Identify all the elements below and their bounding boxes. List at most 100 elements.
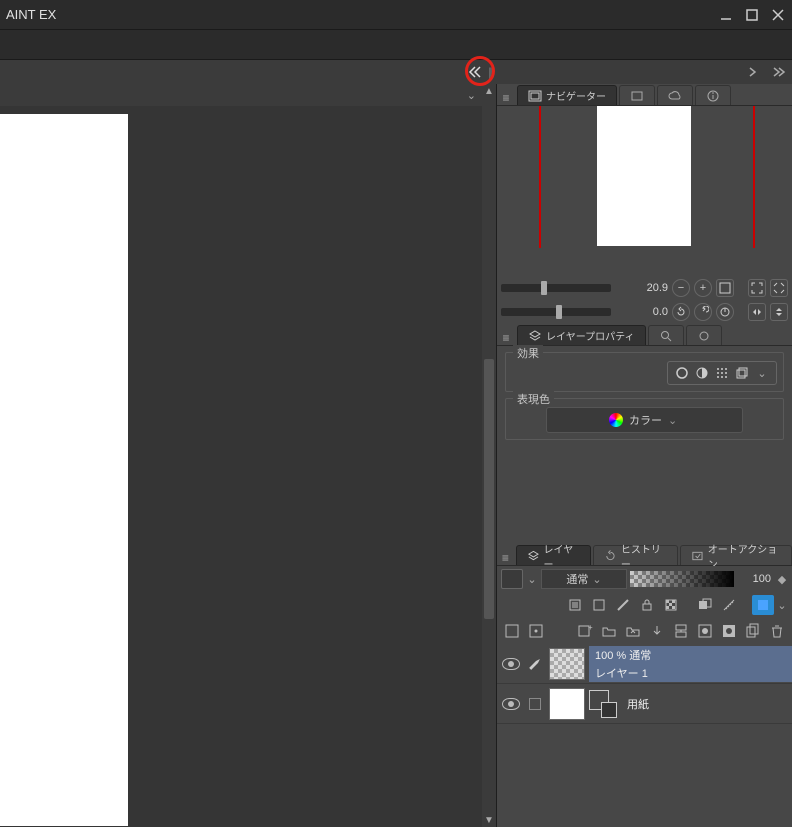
- new-vector-layer-button[interactable]: [525, 621, 547, 641]
- transfer-down-button[interactable]: [646, 621, 668, 641]
- window-icon: [630, 89, 644, 103]
- layers-icon: [527, 549, 540, 563]
- tab-item-bank[interactable]: [619, 85, 655, 105]
- rotate-value: 0.0: [634, 306, 668, 318]
- draft-layer-button[interactable]: [612, 595, 634, 615]
- mask-enable-button[interactable]: [694, 595, 716, 615]
- actual-size-button[interactable]: [770, 279, 788, 297]
- flip-vertical-button[interactable]: [770, 303, 788, 321]
- panel-grip-icon[interactable]: |||: [488, 65, 491, 79]
- tab-quick-access[interactable]: [657, 85, 693, 105]
- tab-auto-action[interactable]: オートアクション: [680, 545, 792, 565]
- panel-menu-button[interactable]: ≡: [497, 91, 515, 105]
- tab-misc[interactable]: [686, 325, 722, 345]
- expand-next-button[interactable]: [744, 63, 762, 81]
- palette-color-swatch[interactable]: [501, 569, 523, 589]
- scrollbar-thumb[interactable]: [484, 359, 494, 619]
- new-layer-menu-button[interactable]: +: [574, 621, 596, 641]
- layer-color-caret-icon[interactable]: ⌄: [776, 599, 788, 612]
- panel-menu-button[interactable]: ≡: [497, 551, 514, 565]
- tab-navigator[interactable]: ナビゲーター: [517, 85, 617, 105]
- swatch-caret-icon[interactable]: ⌄: [526, 573, 538, 586]
- rotate-cw-button[interactable]: [694, 303, 712, 321]
- ruler-toggle-button[interactable]: [718, 595, 740, 615]
- flip-horizontal-button[interactable]: [748, 303, 766, 321]
- zoom-out-button[interactable]: −: [672, 279, 690, 297]
- color-mode-label: カラー: [629, 412, 662, 428]
- navigator-preview[interactable]: [497, 106, 792, 276]
- zoom-value: 20.9: [634, 282, 668, 294]
- zoom-slider[interactable]: [501, 284, 611, 292]
- layer-color-button[interactable]: [752, 595, 774, 615]
- maximize-button[interactable]: [744, 7, 760, 23]
- visibility-toggle[interactable]: [497, 698, 525, 710]
- rotate-slider[interactable]: [501, 308, 611, 316]
- collapse-panels-button[interactable]: [466, 63, 484, 81]
- history-icon: [604, 549, 617, 563]
- nav-viewport-right: [753, 106, 755, 248]
- search-icon: [659, 329, 673, 343]
- minimize-button[interactable]: [718, 7, 734, 23]
- circle-icon: [697, 329, 711, 343]
- blend-mode-select[interactable]: 通常 ⌄: [541, 569, 627, 589]
- layer-name: レイヤー 1: [595, 665, 786, 681]
- create-mask-button[interactable]: [694, 621, 716, 641]
- canvas[interactable]: [0, 114, 128, 826]
- move-to-folder-button[interactable]: [622, 621, 644, 641]
- tab-layer[interactable]: レイヤー: [516, 545, 591, 565]
- merge-down-button[interactable]: [670, 621, 692, 641]
- new-folder-button[interactable]: [598, 621, 620, 641]
- zoom-fit-button[interactable]: [716, 279, 734, 297]
- svg-text:+: +: [588, 623, 593, 632]
- square-icon: [529, 698, 541, 710]
- menu-bar: [0, 30, 792, 60]
- zoom-in-button[interactable]: +: [694, 279, 712, 297]
- effect-legend: 効果: [513, 345, 543, 361]
- opacity-value: 100: [737, 573, 773, 585]
- new-raster-layer-button[interactable]: [501, 621, 523, 641]
- rotate-ccw-button[interactable]: [672, 303, 690, 321]
- panel-menu-button[interactable]: ≡: [497, 331, 515, 345]
- scroll-up-icon[interactable]: ▲: [482, 84, 496, 98]
- lock-transparent-button[interactable]: [660, 595, 682, 615]
- lock-button[interactable]: [636, 595, 658, 615]
- edit-indicator[interactable]: [525, 698, 545, 710]
- reset-rotate-button[interactable]: [716, 303, 734, 321]
- canvas-options-caret-icon[interactable]: ⌄: [467, 89, 476, 102]
- visibility-toggle[interactable]: [497, 658, 525, 670]
- layer-thumbnail[interactable]: [549, 688, 585, 720]
- layer-name: 用紙: [627, 696, 786, 712]
- scroll-down-icon[interactable]: ▼: [482, 813, 496, 827]
- screen-effect-button[interactable]: [714, 365, 730, 381]
- dropdown-caret-icon: ⌄: [668, 414, 680, 427]
- clip-mask-button[interactable]: [564, 595, 586, 615]
- tone-effect-button[interactable]: [694, 365, 710, 381]
- apply-mask-button[interactable]: [718, 621, 740, 641]
- duplicate-layer-button[interactable]: [742, 621, 764, 641]
- border-effect-button[interactable]: [674, 365, 690, 381]
- fit-screen-button[interactable]: [748, 279, 766, 297]
- delete-layer-button[interactable]: [766, 621, 788, 641]
- expand-all-button[interactable]: [770, 63, 788, 81]
- effect-dropdown-caret-icon[interactable]: ⌄: [754, 365, 770, 381]
- close-button[interactable]: [770, 7, 786, 23]
- info-icon: [706, 89, 720, 103]
- dropdown-caret-icon: ⌄: [592, 573, 601, 586]
- opacity-caret-icon[interactable]: ◆: [776, 573, 788, 586]
- edit-indicator[interactable]: [525, 657, 545, 671]
- navigator-icon: [528, 89, 542, 103]
- color-mode-select[interactable]: カラー ⌄: [546, 407, 743, 433]
- opacity-slider[interactable]: [630, 571, 734, 587]
- eye-icon: [502, 698, 520, 710]
- tab-layer-property-label: レイヤープロパティ: [546, 328, 635, 343]
- vertical-scrollbar[interactable]: ▲ ▼: [482, 84, 496, 827]
- tab-history[interactable]: ヒストリー: [593, 545, 678, 565]
- layer-effect-button[interactable]: [734, 365, 750, 381]
- layer-row[interactable]: 用紙: [497, 684, 792, 724]
- reference-layer-button[interactable]: [588, 595, 610, 615]
- layer-thumbnail[interactable]: [549, 648, 585, 680]
- tab-search[interactable]: [648, 325, 684, 345]
- tab-info[interactable]: [695, 85, 731, 105]
- tab-layer-property[interactable]: レイヤープロパティ: [517, 325, 646, 345]
- layer-row[interactable]: 100 % 通常 レイヤー 1: [497, 644, 792, 684]
